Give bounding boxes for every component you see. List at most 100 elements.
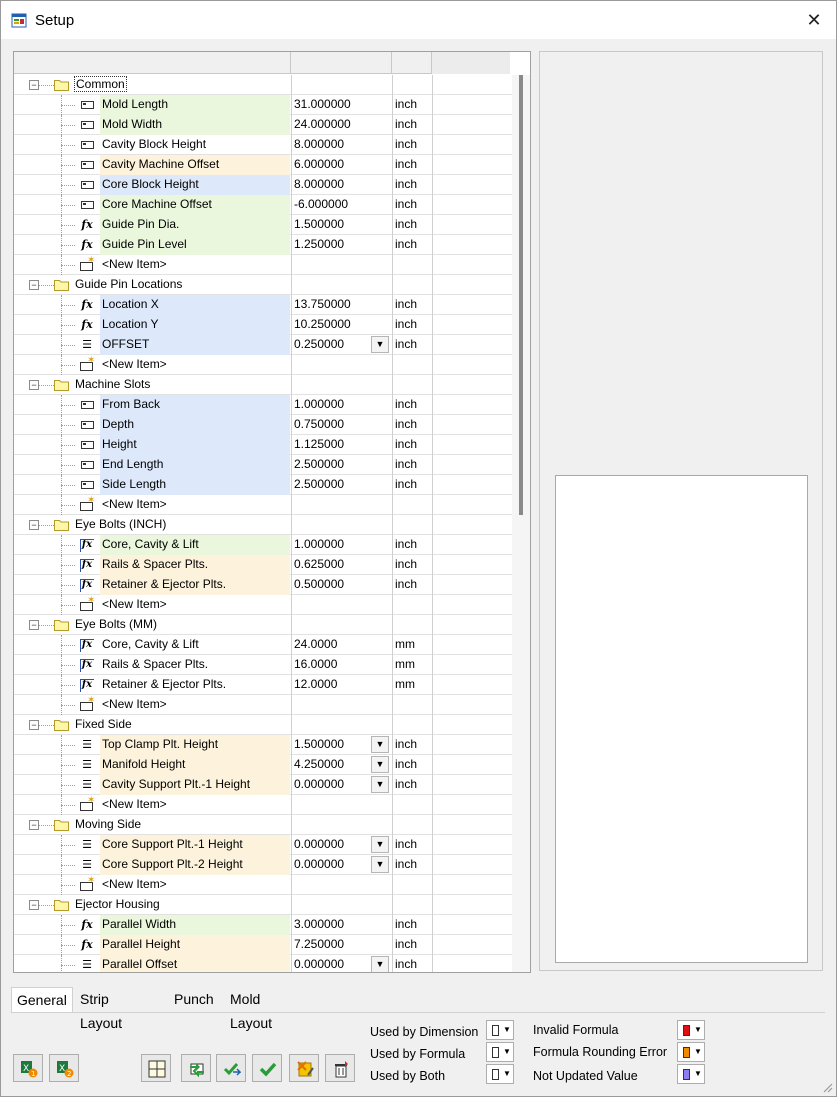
parameter-row[interactable]: <New Item>	[14, 794, 512, 815]
parameter-name[interactable]: Mold Width	[100, 115, 290, 135]
parameter-value[interactable]	[291, 495, 391, 515]
parameter-row[interactable]: <New Item>	[14, 874, 512, 895]
edit-button[interactable]	[289, 1054, 319, 1082]
parameter-name[interactable]: Retainer & Ejector Plts.	[100, 675, 290, 695]
parameter-name[interactable]: Core, Cavity & Lift	[100, 535, 290, 555]
parameter-value[interactable]	[291, 255, 391, 275]
parameter-value[interactable]: 1.000000	[291, 395, 391, 415]
collapse-toggle-icon[interactable]: −	[29, 80, 39, 90]
parameter-row[interactable]: fx Guide Pin Level 1.250000 inch	[14, 235, 512, 255]
header-value-column[interactable]	[291, 52, 392, 74]
parameter-name[interactable]: Side Length	[100, 475, 290, 495]
tab-punch[interactable]: Punch	[169, 987, 219, 1012]
header-name-column[interactable]	[14, 52, 291, 74]
invalid-formula-color-picker[interactable]: ▼	[677, 1020, 705, 1040]
value-dropdown-button[interactable]: ▼	[371, 776, 389, 793]
parameter-value[interactable]: 2.500000	[291, 455, 391, 475]
parameter-row[interactable]: Cavity Machine Offset 6.000000 inch	[14, 155, 512, 175]
parameter-value[interactable]: 12.0000	[291, 675, 391, 695]
group-row[interactable]: − Machine Slots	[14, 375, 512, 395]
resize-grip-icon[interactable]	[821, 1081, 833, 1093]
formula-rounding-error-color-picker[interactable]: ▼	[677, 1042, 705, 1062]
parameter-name[interactable]: Parallel Width	[100, 915, 290, 935]
parameter-row[interactable]: <New Item>	[14, 594, 512, 615]
parameter-name[interactable]: Cavity Block Height	[100, 135, 290, 155]
parameter-row[interactable]: Depth 0.750000 inch	[14, 415, 512, 435]
parameter-row[interactable]: From Back 1.000000 inch	[14, 395, 512, 415]
value-dropdown-button[interactable]: ▼	[371, 956, 389, 972]
parameter-name[interactable]: Parallel Offset	[100, 955, 290, 972]
parameter-name[interactable]: <New Item>	[100, 875, 290, 895]
parameter-value[interactable]: 0.625000	[291, 555, 391, 575]
parameter-value[interactable]: 31.000000	[291, 95, 391, 115]
parameter-row[interactable]: fx Core, Cavity & Lift 1.000000 inch	[14, 535, 512, 555]
parameter-name[interactable]: Core, Cavity & Lift	[100, 635, 290, 655]
parameter-name[interactable]: From Back	[100, 395, 290, 415]
export-excel-1-button[interactable]: X1	[13, 1054, 43, 1082]
parameter-value[interactable]: 24.0000	[291, 635, 391, 655]
parameter-value[interactable]: 8.000000	[291, 135, 391, 155]
group-row[interactable]: − Common	[14, 75, 512, 95]
parameter-value[interactable]: 13.750000	[291, 295, 391, 315]
parameter-value[interactable]	[291, 795, 391, 815]
collapse-toggle-icon[interactable]: −	[29, 720, 39, 730]
parameter-name[interactable]: Guide Pin Level	[100, 235, 290, 255]
parameter-value[interactable]: 6.000000	[291, 155, 391, 175]
parameter-row[interactable]: Side Length 2.500000 inch	[14, 475, 512, 495]
parameter-row[interactable]: fx Retainer & Ejector Plts. 0.500000 inch	[14, 575, 512, 595]
used-by-both-color-picker[interactable]: ▼	[486, 1064, 514, 1084]
parameter-value[interactable]: 3.000000	[291, 915, 391, 935]
value-dropdown-button[interactable]: ▼	[371, 756, 389, 773]
parameter-row[interactable]: fx Rails & Spacer Plts. 0.625000 inch	[14, 555, 512, 575]
parameter-name[interactable]: Core Support Plt.-2 Height	[100, 855, 290, 875]
parameter-name[interactable]: <New Item>	[100, 595, 290, 615]
tab-mold-layout[interactable]: Mold Layout	[225, 987, 277, 1031]
parameter-value[interactable]: 7.250000	[291, 935, 391, 955]
parameter-name[interactable]: <New Item>	[100, 495, 290, 515]
value-dropdown-button[interactable]: ▼	[371, 856, 389, 873]
close-icon[interactable]: ✕	[792, 1, 836, 39]
parameter-value[interactable]	[291, 695, 391, 715]
parameter-name[interactable]: Parallel Height	[100, 935, 290, 955]
parameter-row[interactable]: Parallel Offset 0.000000 ▼inch	[14, 955, 512, 972]
collapse-toggle-icon[interactable]: −	[29, 620, 39, 630]
group-row[interactable]: − Ejector Housing	[14, 895, 512, 915]
parameter-row[interactable]: fx Rails & Spacer Plts. 16.0000 mm	[14, 655, 512, 675]
parameter-row[interactable]: Manifold Height 4.250000 ▼inch	[14, 755, 512, 775]
parameter-row[interactable]: OFFSET 0.250000 ▼inch	[14, 335, 512, 355]
parameter-name[interactable]: <New Item>	[100, 795, 290, 815]
parameter-row[interactable]: fx Parallel Height 7.250000 inch	[14, 935, 512, 955]
parameter-row[interactable]: Height 1.125000 inch	[14, 435, 512, 455]
parameter-value[interactable]: 10.250000	[291, 315, 391, 335]
parameter-name[interactable]: Mold Length	[100, 95, 290, 115]
group-row[interactable]: − Eye Bolts (INCH)	[14, 515, 512, 535]
parameter-name[interactable]: Guide Pin Dia.	[100, 215, 290, 235]
value-dropdown-button[interactable]: ▼	[371, 836, 389, 853]
parameter-row[interactable]: fx Location X 13.750000 inch	[14, 295, 512, 315]
parameter-row[interactable]: Cavity Block Height 8.000000 inch	[14, 135, 512, 155]
group-row[interactable]: − Guide Pin Locations	[14, 275, 512, 295]
not-updated-value-color-picker[interactable]: ▼	[677, 1064, 705, 1084]
group-row[interactable]: − Fixed Side	[14, 715, 512, 735]
parameter-value[interactable]: 2.500000	[291, 475, 391, 495]
check-arrow-button[interactable]	[216, 1054, 246, 1082]
value-dropdown-button[interactable]: ▼	[371, 736, 389, 753]
parameter-name[interactable]: End Length	[100, 455, 290, 475]
group-row[interactable]: − Eye Bolts (MM)	[14, 615, 512, 635]
parameter-row[interactable]: fx Parallel Width 3.000000 inch	[14, 915, 512, 935]
parameter-value[interactable]: -6.000000	[291, 195, 391, 215]
used-by-dimension-color-picker[interactable]: ▼	[486, 1020, 514, 1040]
parameter-name[interactable]: Location Y	[100, 315, 290, 335]
confirm-button[interactable]	[252, 1054, 282, 1082]
parameter-value[interactable]	[291, 875, 391, 895]
parameter-value[interactable]: 1.125000	[291, 435, 391, 455]
parameter-value[interactable]	[291, 595, 391, 615]
parameter-name[interactable]: Rails & Spacer Plts.	[100, 655, 290, 675]
collapse-toggle-icon[interactable]: −	[29, 520, 39, 530]
scrollbar-thumb[interactable]	[519, 75, 523, 515]
parameter-name[interactable]: Retainer & Ejector Plts.	[100, 575, 290, 595]
parameter-row[interactable]: Mold Width 24.000000 inch	[14, 115, 512, 135]
parameter-value[interactable]: 1.500000	[291, 215, 391, 235]
parameter-row[interactable]: Top Clamp Plt. Height 1.500000 ▼inch	[14, 735, 512, 755]
collapse-toggle-icon[interactable]: −	[29, 280, 39, 290]
